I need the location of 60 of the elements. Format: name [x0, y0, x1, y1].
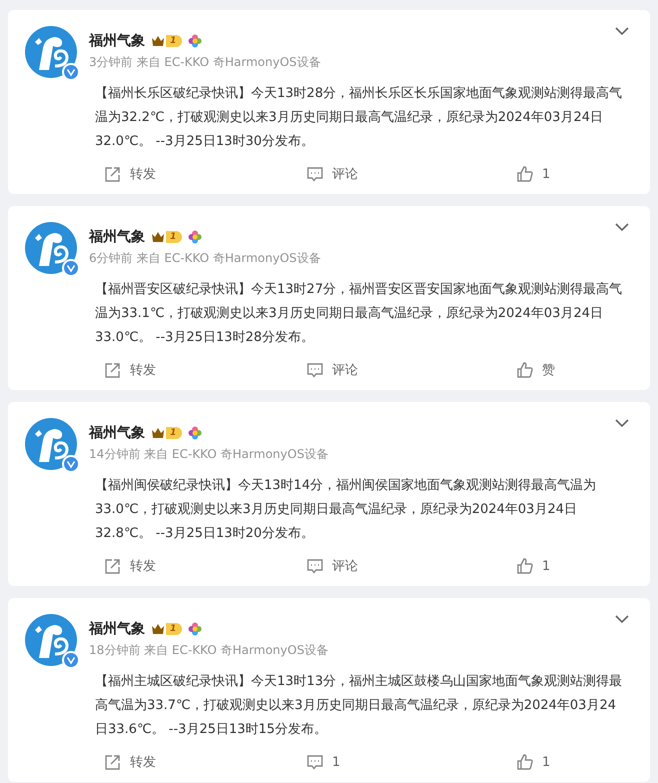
crown-icon: [151, 623, 165, 635]
crown-icon: [151, 35, 165, 47]
post-meta: 14分钟前 来自 EC-KKO 奇HarmonyOS设备: [89, 446, 328, 463]
level-badge: 1: [166, 623, 182, 635]
repost-button[interactable]: 转发: [104, 361, 156, 379]
chevron-down-icon[interactable]: [614, 222, 630, 232]
repost-button[interactable]: 转发: [104, 557, 156, 575]
comment-icon: [306, 557, 324, 575]
comment-button[interactable]: 评论: [306, 557, 358, 575]
post-text: 【福州主城区破纪录快讯】今天13时13分，福州主城区鼓楼乌山国家地面气象观测站测得最高气温为33.7℃，打破观测史以来3月历史同期日最高气温纪录，原纪录为2024年03月24日33.6℃。 --3月25日13时15分发布。: [95, 673, 624, 739]
repost-button[interactable]: 转发: [104, 753, 156, 771]
level-badge: 1: [166, 231, 182, 243]
avatar-logo[interactable]: [25, 26, 77, 78]
chevron-down-icon[interactable]: [614, 418, 630, 428]
like-button[interactable]: 1: [516, 557, 550, 575]
thumbs-up-icon: [516, 165, 534, 183]
flower-icon: [188, 622, 202, 636]
crown-icon: [151, 231, 165, 243]
verified-icon: [62, 63, 80, 81]
comment-button[interactable]: 评论: [306, 165, 358, 183]
comment-icon: [306, 165, 324, 183]
post-text: 【福州长乐区破纪录快讯】今天13时28分，福州长乐区长乐国家地面气象观测站测得最高气温为32.2℃，打破观测史以来3月历史同期日最高气温纪录，原纪录为2024年03月24日32.0℃。 --3月25日13时30分发布。: [95, 85, 624, 151]
post-text: 【福州闽侯破纪录快讯】今天13时14分，福州闽侯国家地面气象观测站测得最高气温为33.0℃，打破观测史以来3月历史同期日最高气温纪录，原纪录为2024年03月24日32.8℃。 --3月25日13时20分发布。: [95, 477, 598, 543]
comment-button[interactable]: 1: [306, 753, 340, 771]
share-icon: [104, 557, 122, 575]
post-meta: 18分钟前 来自 EC-KKO 奇HarmonyOS设备: [89, 642, 328, 659]
author-name[interactable]: 福州气象: [89, 32, 145, 50]
post-text: 【福州晋安区破纪录快讯】今天13时27分，福州晋安区晋安国家地面气象观测站测得最高气温为33.1℃，打破观测史以来3月历史同期日最高气温纪录，原纪录为2024年03月24日33.0℃。 --3月25日13时28分发布。: [95, 281, 624, 347]
flower-icon: [188, 426, 202, 440]
comment-button[interactable]: 评论: [306, 361, 358, 379]
level-badge: 1: [166, 427, 182, 439]
author-name[interactable]: 福州气象: [89, 424, 145, 442]
chevron-down-icon[interactable]: [614, 614, 630, 624]
post-meta: 3分钟前 来自 EC-KKO 奇HarmonyOS设备: [89, 54, 321, 71]
comment-icon: [306, 361, 324, 379]
verified-icon: [62, 455, 80, 473]
like-button[interactable]: 1: [516, 165, 550, 183]
verified-icon: [62, 259, 80, 277]
thumbs-up-icon: [516, 361, 534, 379]
comment-icon: [306, 753, 324, 771]
repost-button[interactable]: 转发: [104, 165, 156, 183]
thumbs-up-icon: [516, 753, 534, 771]
like-button[interactable]: 1: [516, 753, 550, 771]
flower-icon: [188, 34, 202, 48]
share-icon: [104, 753, 122, 771]
chevron-down-icon[interactable]: [614, 26, 630, 36]
crown-icon: [151, 427, 165, 439]
post-meta: 6分钟前 来自 EC-KKO 奇HarmonyOS设备: [89, 250, 321, 267]
share-icon: [104, 165, 122, 183]
verified-icon: [62, 651, 80, 669]
avatar-logo[interactable]: [25, 418, 77, 470]
like-button[interactable]: 赞: [516, 361, 555, 379]
level-badge: 1: [166, 35, 182, 47]
avatar-logo[interactable]: [25, 614, 77, 666]
thumbs-up-icon: [516, 557, 534, 575]
author-name[interactable]: 福州气象: [89, 228, 145, 246]
share-icon: [104, 361, 122, 379]
flower-icon: [188, 230, 202, 244]
avatar-logo[interactable]: [25, 222, 77, 274]
author-name[interactable]: 福州气象: [89, 620, 145, 638]
